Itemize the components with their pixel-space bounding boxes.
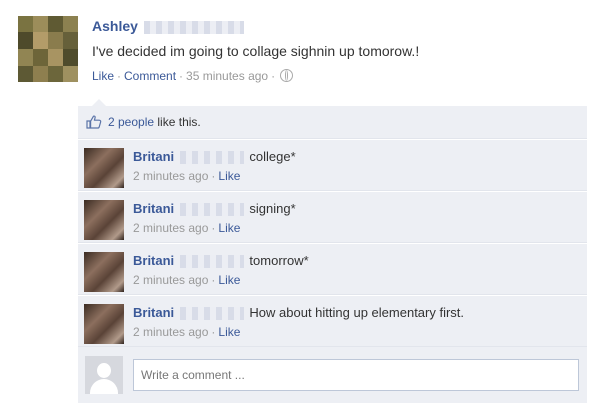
- separator: ·: [211, 221, 216, 235]
- comment-like-link[interactable]: Like: [218, 273, 240, 287]
- author-name-link[interactable]: Ashley: [92, 18, 138, 34]
- comment-meta: 2 minutes ago · Like: [133, 272, 579, 289]
- comment-like-link[interactable]: Like: [218, 325, 240, 339]
- author-line: Ashley: [92, 16, 592, 36]
- separator: ·: [179, 69, 184, 83]
- likes-suffix: like this.: [157, 115, 201, 129]
- commenter-name-link[interactable]: Britani: [133, 201, 174, 216]
- redacted-surname: [179, 151, 244, 165]
- comment-time[interactable]: 2 minutes ago: [133, 169, 208, 183]
- redacted-surname: [179, 255, 244, 269]
- redacted-surname: [179, 203, 244, 217]
- like-link[interactable]: Like: [92, 69, 114, 83]
- comment-body: Britani tomorrow* 2 minutes ago · Like: [133, 252, 579, 289]
- feedback-pointer: [92, 99, 106, 106]
- story-body: Ashley I've decided im going to collage …: [92, 16, 592, 84]
- likes-summary: 2 people like this.: [78, 106, 587, 139]
- comment-meta: 2 minutes ago · Like: [133, 324, 579, 341]
- comment-like-link[interactable]: Like: [218, 169, 240, 183]
- comment-text: tomorrow*: [249, 253, 309, 268]
- comment-link[interactable]: Comment: [124, 69, 176, 83]
- comment-meta: 2 minutes ago · Like: [133, 168, 579, 185]
- globe-icon[interactable]: [280, 69, 294, 82]
- comment-item: Britani How about hitting up elementary …: [78, 295, 587, 347]
- comment-item: Britani tomorrow* 2 minutes ago · Like: [78, 243, 587, 295]
- comment-time[interactable]: 2 minutes ago: [133, 273, 208, 287]
- author-avatar[interactable]: [18, 16, 78, 82]
- commenter-name-link[interactable]: Britani: [133, 253, 174, 268]
- comment-like-link[interactable]: Like: [218, 221, 240, 235]
- comment-meta: 2 minutes ago · Like: [133, 220, 579, 237]
- comment-text: How about hitting up elementary first.: [249, 305, 465, 320]
- comment-text: signing*: [249, 201, 296, 216]
- likers-link[interactable]: 2 people: [108, 115, 154, 129]
- comment-time[interactable]: 2 minutes ago: [133, 325, 208, 339]
- redacted-surname: [143, 20, 244, 34]
- comment-composer: [78, 347, 587, 403]
- feedback-panel: 2 people like this. Britani college* 2 m…: [78, 106, 587, 403]
- timestamp[interactable]: 35 minutes ago: [186, 69, 268, 83]
- commenter-avatar[interactable]: [84, 304, 124, 344]
- separator: ·: [211, 325, 216, 339]
- redacted-surname: [179, 307, 244, 321]
- comment-body: Britani signing* 2 minutes ago · Like: [133, 200, 579, 237]
- separator: ·: [271, 69, 276, 83]
- separator: ·: [211, 273, 216, 287]
- silhouette-head: [97, 363, 111, 378]
- comment-item: Britani signing* 2 minutes ago · Like: [78, 191, 587, 243]
- comment-body: Britani college* 2 minutes ago · Like: [133, 148, 579, 185]
- commenter-avatar[interactable]: [84, 148, 124, 188]
- commenter-name-link[interactable]: Britani: [133, 149, 174, 164]
- user-silhouette-icon: [85, 356, 123, 394]
- separator: ·: [211, 169, 216, 183]
- separator: ·: [117, 69, 122, 83]
- post-actions: Like · Comment · 35 minutes ago ·: [92, 68, 592, 84]
- comment-body: Britani How about hitting up elementary …: [133, 304, 579, 341]
- commenter-avatar[interactable]: [84, 252, 124, 292]
- commenter-name-link[interactable]: Britani: [133, 305, 174, 320]
- comment-item: Britani college* 2 minutes ago · Like: [78, 139, 587, 191]
- comment-input[interactable]: [133, 359, 579, 391]
- post-message: I've decided im going to collage sighnin…: [92, 43, 420, 59]
- comment-text: college*: [249, 149, 296, 164]
- comment-time[interactable]: 2 minutes ago: [133, 221, 208, 235]
- commenter-avatar[interactable]: [84, 200, 124, 240]
- silhouette-shoulders: [90, 379, 118, 394]
- thumbs-up-icon: [86, 115, 102, 129]
